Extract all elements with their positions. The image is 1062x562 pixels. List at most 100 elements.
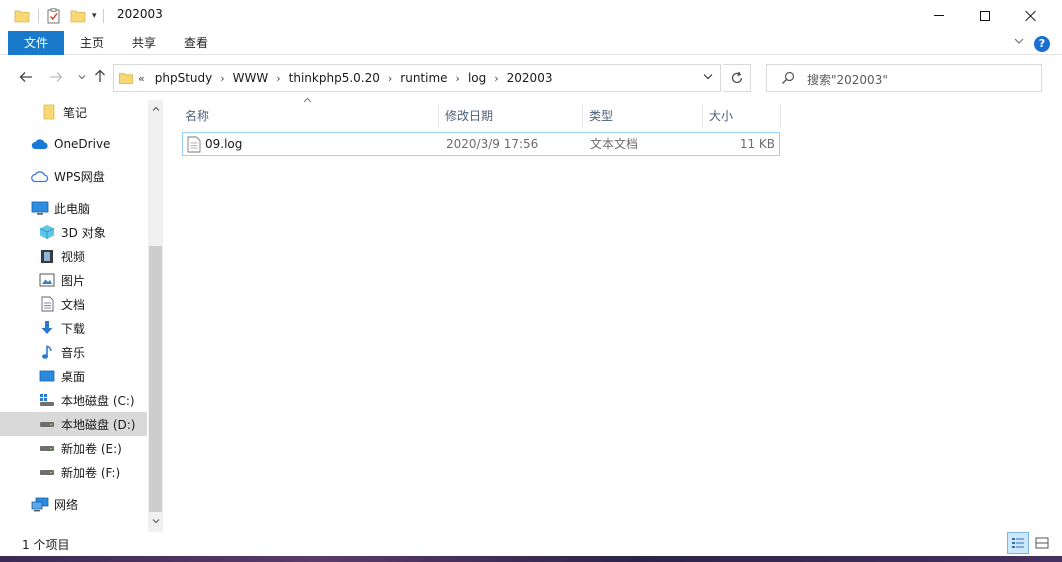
sidebar-item-label: 新加卷 (E:): [61, 441, 122, 456]
breadcrumb-overflow-icon[interactable]: «: [138, 72, 145, 85]
file-size: 11 KB: [739, 137, 775, 151]
up-button[interactable]: [90, 68, 110, 88]
drive-icon: [38, 416, 56, 432]
drive-icon: [38, 464, 56, 480]
sidebar-item-label: 音乐: [61, 345, 86, 360]
sidebar-item-drive-e[interactable]: 新加卷 (E:): [0, 436, 147, 460]
large-icons-view-icon: [1035, 537, 1049, 549]
scrollbar-thumb[interactable]: [149, 246, 162, 512]
breadcrumb-item[interactable]: log: [468, 71, 486, 85]
file-date: 2020/3/9 17:56: [446, 137, 539, 151]
details-view-button[interactable]: [1007, 532, 1029, 554]
sidebar-item-desktop[interactable]: 桌面: [0, 364, 147, 388]
item-count: 1 个项目: [22, 538, 70, 552]
breadcrumb: « phpStudy › WWW › thinkphp5.0.20 › runt…: [138, 65, 552, 91]
sidebar-item-onedrive[interactable]: OneDrive: [0, 132, 147, 156]
column-header-date[interactable]: 修改日期: [439, 104, 583, 128]
window-title: 202003: [117, 7, 163, 21]
qat-dropdown-icon[interactable]: ▾: [92, 11, 97, 21]
breadcrumb-separator-icon[interactable]: ›: [276, 72, 280, 85]
file-name: 09.log: [205, 137, 243, 151]
tab-home[interactable]: 主页: [66, 31, 118, 55]
properties-icon[interactable]: [47, 8, 61, 24]
drive-icon: [38, 440, 56, 456]
new-folder-icon[interactable]: [70, 9, 86, 23]
tab-view[interactable]: 查看: [170, 31, 222, 55]
sidebar-item-drive-c[interactable]: 本地磁盘 (C:): [0, 388, 147, 412]
sidebar-item-this-pc[interactable]: 此电脑: [0, 196, 147, 220]
column-header-name[interactable]: 名称: [179, 104, 439, 128]
address-history-button[interactable]: [700, 71, 716, 85]
ribbon-expand-icon[interactable]: [1012, 37, 1026, 49]
maximize-icon: [980, 10, 990, 21]
breadcrumb-separator-icon[interactable]: ›: [388, 72, 392, 85]
close-button[interactable]: [1008, 0, 1054, 31]
sidebar-item-notes[interactable]: 笔记: [0, 100, 147, 124]
tab-share[interactable]: 共享: [118, 31, 170, 55]
sidebar-item-pictures[interactable]: 图片: [0, 268, 147, 292]
scroll-up-icon[interactable]: [148, 102, 163, 118]
close-icon: [1025, 10, 1037, 22]
sidebar-item-3d-objects[interactable]: 3D 对象: [0, 220, 147, 244]
back-button[interactable]: [16, 68, 36, 88]
text-file-icon: [187, 136, 201, 153]
address-bar[interactable]: « phpStudy › WWW › thinkphp5.0.20 › runt…: [113, 64, 721, 92]
forward-arrow-icon: [50, 72, 63, 82]
column-header-size[interactable]: 大小: [703, 104, 781, 128]
sidebar-item-label: 视频: [61, 249, 86, 264]
breadcrumb-item[interactable]: thinkphp5.0.20: [289, 71, 380, 85]
sidebar-item-label: 本地磁盘 (D:): [61, 417, 136, 432]
recent-locations-button[interactable]: [72, 68, 92, 88]
sidebar-item-label: 笔记: [63, 105, 88, 120]
maximize-button[interactable]: [962, 0, 1008, 31]
sidebar-item-music[interactable]: 音乐: [0, 340, 147, 364]
breadcrumb-item[interactable]: 202003: [507, 71, 553, 85]
computer-icon: [31, 200, 49, 216]
sidebar-item-drive-f[interactable]: 新加卷 (F:): [0, 460, 147, 484]
sidebar-item-wps-drive[interactable]: WPS网盘: [0, 164, 147, 188]
tab-file[interactable]: 文件: [8, 31, 64, 55]
breadcrumb-separator-icon[interactable]: ›: [494, 72, 498, 85]
title-bar: ▾ 202003: [0, 0, 1062, 31]
sidebar-item-network[interactable]: 网络: [0, 492, 147, 516]
folder-icon: [119, 73, 133, 84]
refresh-button[interactable]: [723, 64, 751, 92]
breadcrumb-item[interactable]: WWW: [233, 71, 269, 85]
status-bar: 1 个项目: [0, 532, 1062, 556]
sidebar-item-documents[interactable]: 文档: [0, 292, 147, 316]
qat-separator: [102, 9, 104, 23]
help-button[interactable]: ?: [1034, 36, 1050, 52]
navigation-pane-scrollbar[interactable]: [148, 100, 163, 532]
sidebar-item-drive-d[interactable]: 本地磁盘 (D:): [0, 412, 147, 436]
scroll-down-icon[interactable]: [148, 514, 163, 530]
download-icon: [38, 320, 56, 336]
system-drive-icon: [38, 392, 56, 408]
large-icons-view-button[interactable]: [1031, 532, 1053, 554]
forward-button[interactable]: [46, 68, 66, 88]
back-arrow-icon: [19, 72, 32, 82]
breadcrumb-separator-icon[interactable]: ›: [220, 72, 224, 85]
table-row[interactable]: 09.log 2020/3/9 17:56 文本文档 11 KB: [182, 132, 780, 156]
qat-separator: [38, 9, 39, 23]
sidebar-item-label: 下载: [61, 321, 86, 336]
search-box[interactable]: 搜索"202003": [766, 64, 1042, 92]
network-icon: [31, 496, 49, 512]
sidebar-item-videos[interactable]: 视频: [0, 244, 147, 268]
breadcrumb-item[interactable]: phpStudy: [155, 71, 213, 85]
search-input[interactable]: 搜索"202003": [807, 71, 888, 88]
refresh-icon: [731, 71, 742, 84]
search-icon: [782, 71, 795, 84]
sidebar-item-downloads[interactable]: 下载: [0, 316, 147, 340]
breadcrumb-separator-icon[interactable]: ›: [456, 72, 460, 85]
breadcrumb-item[interactable]: runtime: [400, 71, 447, 85]
sidebar-item-label: 本地磁盘 (C:): [61, 393, 135, 408]
sidebar-item-label: 图片: [61, 273, 86, 288]
document-icon: [38, 296, 56, 312]
explorer-window: ▾ 202003 文件 主页 共享 查看 ? « phpStudy › WWW …: [0, 0, 1062, 556]
column-header-type[interactable]: 类型: [583, 104, 703, 128]
cube-icon: [38, 224, 56, 240]
picture-icon: [38, 272, 56, 288]
minimize-button[interactable]: [916, 0, 962, 31]
navigation-bar: « phpStudy › WWW › thinkphp5.0.20 › runt…: [0, 56, 1062, 100]
sidebar-item-label: 网络: [54, 497, 79, 512]
